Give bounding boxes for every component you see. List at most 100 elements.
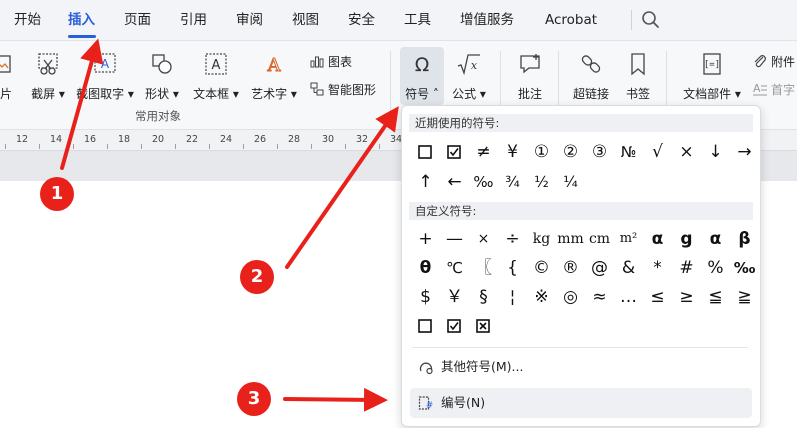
ruler-tick	[39, 144, 40, 149]
symbol-ballot-box[interactable]	[412, 313, 439, 339]
symbol-custom[interactable]: β	[731, 226, 758, 252]
symbol-recent[interactable]: ↑	[412, 169, 439, 195]
bookmark-button[interactable]: 书签	[618, 47, 658, 105]
tab-acrobat[interactable]: Acrobat	[545, 0, 597, 40]
symbol-recent[interactable]: ②	[557, 139, 584, 165]
symbol-custom[interactable]: m²	[615, 226, 642, 252]
symbol-custom[interactable]: #	[673, 255, 700, 281]
textbox-button[interactable]: A 文本框 ▾	[190, 47, 242, 107]
smartart-button[interactable]: 智能图形	[309, 81, 376, 98]
symbol-custom[interactable]: g	[673, 226, 700, 252]
symbol-custom[interactable]: &	[615, 255, 642, 281]
symbol-custom[interactable]: α	[644, 226, 671, 252]
symbol-custom[interactable]: ≈	[586, 284, 613, 310]
symbol-recent[interactable]: №	[615, 139, 642, 165]
symbol-recent[interactable]: √	[644, 139, 671, 165]
symbol-custom[interactable]: cm	[586, 226, 613, 252]
symbol-recent[interactable]: ¼	[557, 169, 584, 195]
symbol-ballot-box-x[interactable]	[470, 313, 497, 339]
symbol-custom[interactable]: +	[412, 226, 439, 252]
symbol-custom[interactable]: ￥	[441, 284, 468, 310]
symbol-recent[interactable]: ①	[528, 139, 555, 165]
symbol-button[interactable]: Ω 符号 ˄	[400, 47, 444, 105]
tab-tools[interactable]: 工具	[404, 0, 431, 40]
shapes-button[interactable]: 形状 ▾	[140, 47, 184, 107]
more-symbols-label: 其他符号(M)...	[441, 359, 524, 374]
comment-label: 批注	[517, 87, 542, 101]
wordart-button[interactable]: A 艺术字 ▾	[248, 47, 300, 107]
formula-button[interactable]: x 公式 ▾	[448, 47, 490, 105]
hyperlink-button[interactable]: 超链接	[569, 47, 613, 105]
svg-text:A: A	[753, 82, 761, 95]
symbol-custom[interactable]: ※	[528, 284, 555, 310]
chart-button[interactable]: 图表	[309, 53, 352, 70]
comment-icon	[520, 54, 540, 74]
symbol-custom[interactable]: ¦	[499, 284, 526, 310]
symbol-recent[interactable]: ≠	[470, 139, 497, 165]
symbol-custom[interactable]: {	[499, 255, 526, 281]
tab-value-added[interactable]: 增值服务	[460, 0, 514, 40]
tab-page[interactable]: 页面	[124, 0, 151, 40]
tab-insert[interactable]: 插入	[68, 0, 95, 40]
symbol-custom[interactable]: ‰	[731, 255, 758, 281]
symbol-recent[interactable]: ¥	[499, 139, 526, 165]
shapes-icon	[152, 54, 172, 74]
symbol-custom[interactable]: ◎	[557, 284, 584, 310]
symbol-recent[interactable]: ½	[528, 169, 555, 195]
symbol-recent[interactable]: ¾	[499, 169, 526, 195]
picture-button[interactable]: 片	[0, 47, 14, 107]
comment-button[interactable]: 批注	[510, 47, 550, 105]
symbol-recent[interactable]: ×	[673, 139, 700, 165]
attachment-button[interactable]: 附件	[752, 53, 795, 70]
symbol-recent[interactable]: ‰	[470, 169, 497, 195]
symbol-custom[interactable]: θ	[412, 255, 439, 281]
symbol-custom[interactable]: ≦	[702, 284, 729, 310]
ribbon-separator	[666, 51, 667, 111]
symbol-custom[interactable]: @	[586, 255, 613, 281]
dropcap-button[interactable]: A 首字	[752, 81, 795, 98]
symbol-custom[interactable]: ≥	[673, 284, 700, 310]
symbol-custom[interactable]: ®	[557, 255, 584, 281]
symbol-recent[interactable]: →	[731, 139, 758, 165]
symbol-ballot-box[interactable]	[412, 139, 439, 165]
tab-security[interactable]: 安全	[348, 0, 375, 40]
screen-grab-text-button[interactable]: A 截图取字 ▾	[74, 47, 136, 107]
ruler-number: 16	[84, 134, 97, 145]
tab-reference[interactable]: 引用	[180, 0, 207, 40]
symbol-custom[interactable]: ©	[528, 255, 555, 281]
tab-review[interactable]: 审阅	[236, 0, 263, 40]
symbol-custom[interactable]: mm	[557, 226, 584, 252]
symbol-custom[interactable]: 〖	[470, 255, 497, 281]
ballot-box-x-icon	[476, 319, 490, 333]
tab-start[interactable]: 开始	[14, 0, 41, 40]
numbering-menu-item[interactable]: # 编号(N)	[410, 388, 752, 418]
symbol-custom[interactable]: ÷	[499, 226, 526, 252]
symbol-custom[interactable]: *	[644, 255, 671, 281]
symbol-custom[interactable]: ℃	[441, 255, 468, 281]
symbol-ballot-box-check[interactable]	[441, 139, 468, 165]
panel-divider	[412, 347, 748, 348]
symbol-recent[interactable]: ③	[586, 139, 613, 165]
search-icon[interactable]	[640, 9, 662, 31]
screenshot-label: 截屏 ▾	[31, 87, 65, 101]
doc-parts-button[interactable]: [=] 文档部件 ▾	[678, 47, 746, 105]
symbol-custom[interactable]: %	[702, 255, 729, 281]
paperclip-icon	[754, 55, 766, 68]
symbol-custom[interactable]: §	[470, 284, 497, 310]
symbol-custom[interactable]: ≤	[644, 284, 671, 310]
more-symbols-menu-item[interactable]: 其他符号(M)...	[410, 352, 752, 382]
symbol-custom[interactable]: ×	[470, 226, 497, 252]
symbol-recent[interactable]: ↓	[702, 139, 729, 165]
symbol-custom[interactable]: —	[441, 226, 468, 252]
symbol-custom[interactable]: $	[412, 284, 439, 310]
symbol-custom[interactable]: …	[615, 284, 642, 310]
tab-view[interactable]: 视图	[292, 0, 319, 40]
symbol-custom[interactable]: kg	[528, 226, 555, 252]
symbol-ballot-box-check[interactable]	[441, 313, 468, 339]
symbol-recent[interactable]: ←	[441, 169, 468, 195]
screenshot-button[interactable]: 截屏 ▾	[26, 47, 70, 107]
ruler-number: 24	[220, 134, 233, 145]
symbol-custom[interactable]: α	[702, 226, 729, 252]
attachment-label: 附件	[771, 55, 796, 69]
symbol-custom[interactable]: ≧	[731, 284, 758, 310]
